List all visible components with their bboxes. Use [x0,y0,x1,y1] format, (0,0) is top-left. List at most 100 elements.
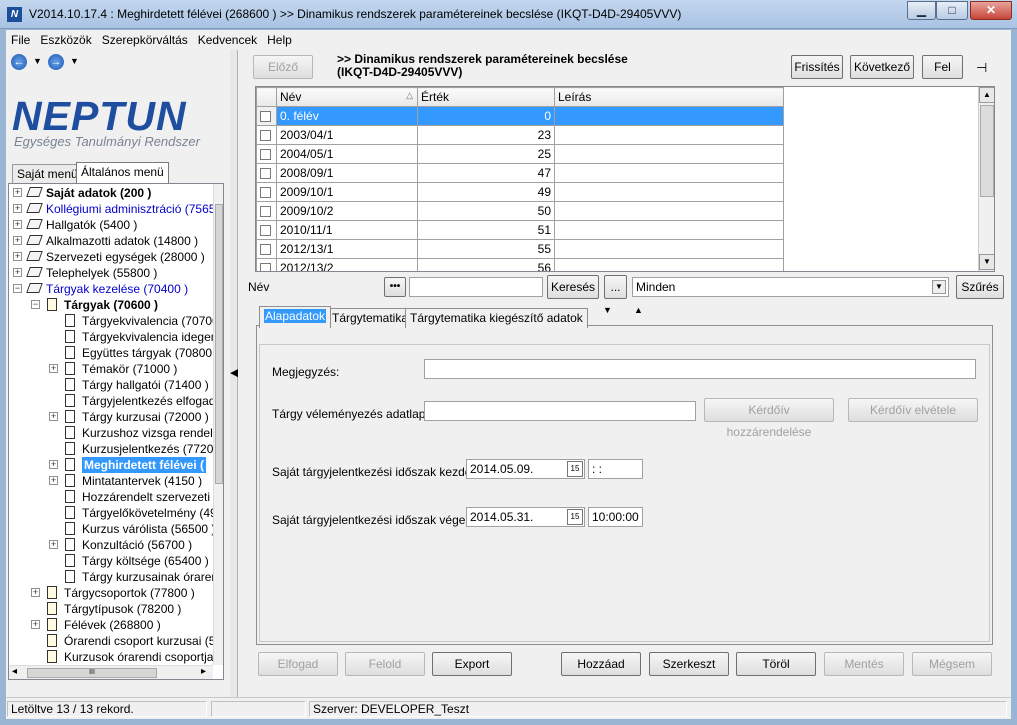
expand-icon[interactable]: + [49,540,58,549]
calendar-icon[interactable]: 15 [567,509,583,525]
expand-icon[interactable]: + [13,220,22,229]
expand-icon[interactable]: + [13,252,22,261]
period-start-time-input[interactable]: : : [588,459,643,479]
checkbox[interactable] [260,130,271,142]
row-checkbox[interactable] [256,220,277,240]
cell-value[interactable]: 50 [417,201,555,221]
filter-button[interactable]: Szűrés [956,275,1004,299]
cell-name[interactable]: 2009/10/2 [276,201,418,221]
forward-dropdown-icon[interactable]: ▼ [70,56,79,66]
tree-scroll-right-icon[interactable]: ▸ [201,666,206,677]
filter-select[interactable]: Minden ▼ [632,277,949,297]
window-title-bar[interactable]: N V2014.10.17.4 : Meghirdetett félévei (… [0,0,1017,29]
menu-role-switch[interactable]: Szerepkörváltás [102,30,188,50]
column-header-description[interactable]: Leírás [554,87,784,107]
cell-description[interactable] [554,258,784,271]
up-button[interactable]: Fel [922,55,963,79]
table-row[interactable]: 2009/10/2 50 [256,201,784,221]
note-field[interactable] [424,359,976,379]
row-checkbox[interactable] [256,106,277,126]
row-checkbox[interactable] [256,163,277,183]
row-checkbox[interactable] [256,144,277,164]
collapse-icon[interactable]: − [13,284,22,293]
row-checkbox[interactable] [256,258,277,271]
table-row[interactable]: 2009/10/1 49 [256,182,784,202]
table-row[interactable]: 2003/04/1 23 [256,125,784,145]
cell-name[interactable]: 2012/13/1 [276,239,418,259]
maximize-button[interactable]: □ [936,1,968,20]
column-header-value[interactable]: Érték [417,87,555,107]
expand-icon[interactable]: + [31,620,40,629]
delete-button[interactable]: Töröl [736,652,816,676]
forward-icon[interactable]: → [48,54,64,70]
grid-scroll-down-icon[interactable]: ▼ [979,254,994,270]
checkbox[interactable] [260,111,271,123]
expand-icon[interactable]: + [13,268,22,277]
table-row[interactable]: 2012/13/1 55 [256,239,784,259]
prev-button[interactable]: Előző [253,55,313,79]
checkbox[interactable] [260,244,271,256]
next-button[interactable]: Következő [850,55,914,79]
remove-questionnaire-button[interactable]: Kérdőív elvétele [848,398,978,422]
grid-header-checkbox[interactable] [256,87,277,107]
cell-name[interactable]: 2012/13/2 [276,258,418,271]
table-row[interactable]: 0. félév 0 [256,106,784,126]
cell-value[interactable]: 47 [417,163,555,183]
expand-icon[interactable]: + [49,460,58,469]
collapse-icon[interactable]: − [31,300,40,309]
filter-options-button[interactable]: ••• [384,277,406,297]
ellipsis-button[interactable]: ... [604,275,627,299]
row-checkbox[interactable] [256,125,277,145]
menu-help[interactable]: Help [267,30,292,50]
table-row[interactable]: 2008/09/1 47 [256,163,784,183]
calendar-icon[interactable]: 15 [567,461,583,477]
tab-general-menu[interactable]: Általános menü [76,162,169,183]
grid-vertical-scrollbar[interactable]: ▲ ▼ [978,87,994,271]
cell-value[interactable]: 23 [417,125,555,145]
cell-name[interactable]: 2004/05/1 [276,144,418,164]
assign-questionnaire-button[interactable]: Kérdőív hozzárendelése [704,398,834,439]
checkbox[interactable] [260,168,271,180]
expand-icon[interactable]: + [13,188,22,197]
cell-description[interactable] [554,106,784,126]
expand-icon[interactable]: + [31,588,40,597]
row-checkbox[interactable] [256,201,277,221]
tree-horizontal-scrollbar[interactable]: ◂ III ▸ [9,665,213,679]
cancel-button[interactable]: Mégsem [912,652,992,676]
menu-favorites[interactable]: Kedvencek [198,30,257,50]
tab-course-topics[interactable]: Tárgytematika [327,308,414,328]
cell-description[interactable] [554,201,784,221]
cell-value[interactable]: 25 [417,144,555,164]
evaluation-sheet-field[interactable] [424,401,696,421]
tree-h-scroll-thumb[interactable]: III [27,668,157,678]
release-button[interactable]: Felold [345,652,425,676]
period-end-time-input[interactable]: 10:00:00 [588,507,643,527]
expand-icon[interactable]: + [49,476,58,485]
grid-scroll-thumb[interactable] [980,105,994,197]
period-start-date-input[interactable]: 2014.05.09. 15 [466,459,585,479]
period-end-date-input[interactable]: 2014.05.31. 15 [466,507,585,527]
column-header-name[interactable]: Név △ [276,87,418,107]
cell-value[interactable]: 55 [417,239,555,259]
expand-icon[interactable]: + [49,364,58,373]
minimize-button[interactable]: ▁ [907,1,936,20]
edit-button[interactable]: Szerkeszt [649,652,729,676]
back-icon[interactable]: ← [11,54,27,70]
checkbox[interactable] [260,206,271,218]
splitter-down-icon[interactable]: ▼ [603,305,612,315]
checkbox[interactable] [260,149,271,161]
cell-value[interactable]: 0 [417,106,555,126]
row-checkbox[interactable] [256,239,277,259]
tab-own-menu[interactable]: Saját menü [12,164,83,183]
table-row[interactable]: 2010/11/1 51 [256,220,784,240]
checkbox[interactable] [260,225,271,237]
cell-description[interactable] [554,182,784,202]
grid-scroll-up-icon[interactable]: ▲ [979,87,994,103]
row-checkbox[interactable] [256,182,277,202]
panel-splitter[interactable]: ◀ [230,50,238,697]
menu-tools[interactable]: Eszközök [40,30,91,50]
tree-vertical-scrollbar[interactable] [213,184,223,665]
cell-name[interactable]: 2009/10/1 [276,182,418,202]
cell-name[interactable]: 0. félév [276,106,418,126]
close-button[interactable]: ✕ [970,1,1012,20]
